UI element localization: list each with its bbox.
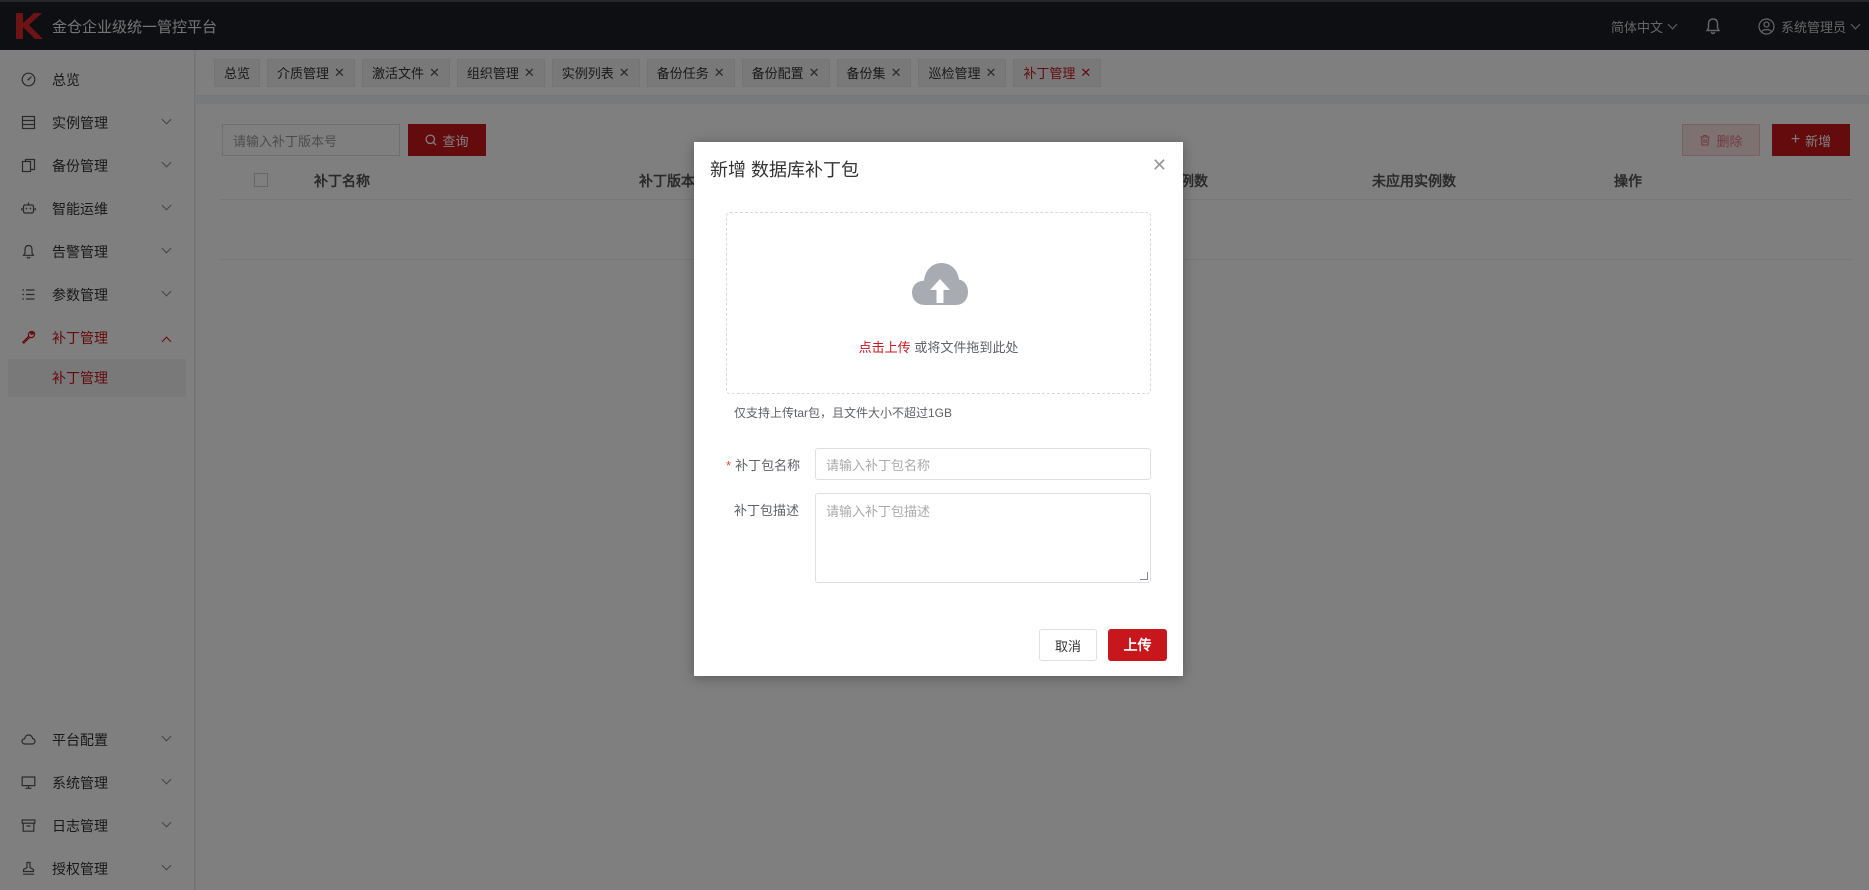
upload-tip: 仅支持上传tar包，且文件大小不超过1GB bbox=[734, 406, 953, 420]
drag-text: 或将文件拖到此处 bbox=[914, 340, 1019, 355]
desc-label: 补丁包描述 bbox=[734, 500, 799, 519]
patch-description-textarea[interactable]: 请输入补丁包描述 bbox=[815, 493, 1151, 583]
add-patch-dialog: 新增 数据库补丁包 ✕ 点击上传 或将文件拖到此处 仅支持上传tar包，且文件大… bbox=[694, 142, 1183, 676]
click-upload-link[interactable]: 点击上传 bbox=[859, 340, 911, 355]
cloud-upload-icon bbox=[912, 263, 968, 305]
patch-name-input[interactable]: 请输入补丁包名称 bbox=[815, 448, 1151, 480]
required-marker: * bbox=[726, 458, 732, 473]
dialog-title: 新增 数据库补丁包 bbox=[710, 160, 860, 180]
close-icon[interactable]: ✕ bbox=[1152, 156, 1167, 174]
cancel-button[interactable]: 取消 bbox=[1039, 629, 1097, 661]
desc-placeholder: 请输入补丁包描述 bbox=[826, 504, 931, 519]
upload-hint: 点击上传 或将文件拖到此处 bbox=[727, 337, 1150, 356]
upload-dropzone[interactable]: 点击上传 或将文件拖到此处 bbox=[726, 212, 1151, 394]
resize-handle[interactable] bbox=[1140, 572, 1148, 580]
desc-label-text: 补丁包描述 bbox=[734, 503, 800, 518]
name-placeholder: 请输入补丁包名称 bbox=[826, 457, 931, 473]
upload-button[interactable]: 上传 bbox=[1108, 629, 1167, 661]
name-label: * 补丁包名称 bbox=[726, 455, 800, 474]
name-label-text: 补丁包名称 bbox=[735, 458, 801, 473]
